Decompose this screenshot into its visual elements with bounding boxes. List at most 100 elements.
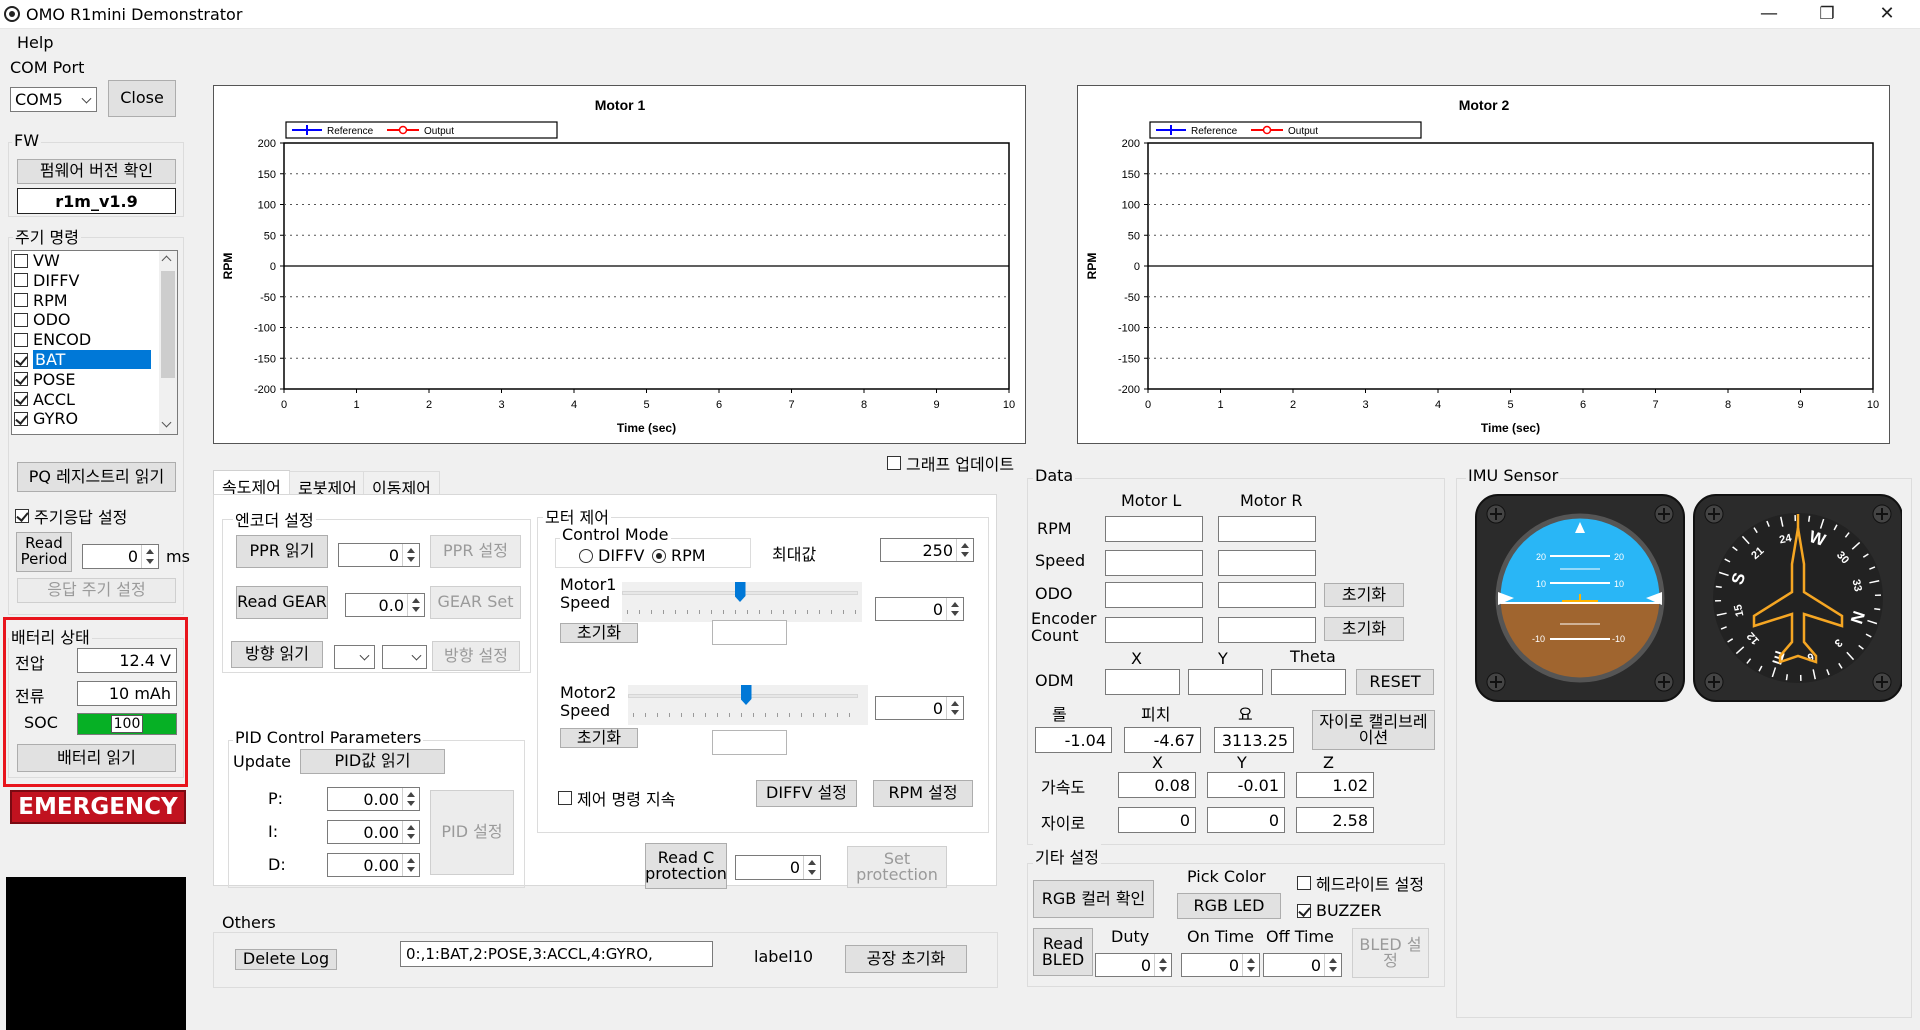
factory-reset-button[interactable]: 공장 초기화 [845,945,967,973]
chevron-down-icon[interactable] [161,417,172,428]
direction-right-select[interactable] [382,645,427,669]
read-period-button[interactable]: Read Period [16,532,72,572]
others-group-label: Others [220,913,278,932]
minimize-button[interactable]: — [1740,0,1798,29]
periodic-response-checkbox[interactable]: 주기응답 설정 [15,504,127,528]
motor2-slider-thumb[interactable] [740,685,752,705]
reset-encoder-button[interactable]: 초기화 [1324,617,1404,641]
gyro-calibration-button[interactable]: 자이로 캘리브레이션 [1312,710,1435,750]
on-time-spinner[interactable]: 0 [1181,953,1260,977]
cycle-item-checkbox[interactable] [14,293,28,308]
cycle-item-diffv[interactable]: DIFFV [14,271,164,290]
set-pid-button[interactable]: PID 설정 [430,790,514,875]
p-spinner[interactable]: 0.00 [327,787,420,811]
motor2-slider[interactable] [628,685,868,725]
duty-spinner[interactable]: 0 [1095,953,1172,977]
read-gear-button[interactable]: Read GEAR [236,586,328,619]
cycle-item-vw[interactable]: VW [14,251,164,270]
cycle-item-checkbox[interactable] [14,392,28,407]
x-tick-label: 7 [1652,399,1658,411]
com-port-select[interactable]: COM5 [10,87,97,112]
ppr-spinner[interactable]: 0 [338,543,420,567]
i-label: I: [268,822,279,841]
headlight-checkbox[interactable]: 헤드라이트 설정 [1297,871,1424,895]
cycle-item-checkbox[interactable] [14,372,28,387]
cycle-item-label: BAT [33,350,151,369]
x-tick-label: 1 [1217,399,1223,411]
odm-reset-button[interactable]: RESET [1356,669,1434,695]
read-bled-button[interactable]: Read BLED [1033,928,1093,976]
read-direction-button[interactable]: 방향 읽기 [231,641,323,668]
cycle-item-checkbox[interactable] [14,312,28,327]
cycle-command-list[interactable]: VW DIFFV RPM ODO ENCOD BAT POSE ACCL GYRO [11,250,178,435]
cycle-item-gyro[interactable]: GYRO [14,409,164,428]
log-field[interactable]: 0:,1:BAT,2:POSE,3:ACCL,4:GYRO, [400,941,713,967]
motor1-readout [712,620,787,645]
i-spinner[interactable]: 0.00 [327,820,420,844]
scrollbar-thumb[interactable] [161,271,175,378]
motor1-slider-thumb[interactable] [734,582,746,602]
off-time-spinner[interactable]: 0 [1263,953,1342,977]
set-period-button[interactable]: 응답 주기 설정 [17,578,176,603]
read-pid-button[interactable]: PID값 읽기 [300,749,445,774]
set-diffv-button[interactable]: DIFFV 설정 [756,780,857,807]
cycle-item-odo[interactable]: ODO [14,310,164,329]
read-protection-button[interactable]: Read C protection [645,843,727,889]
delete-log-button[interactable]: Delete Log [235,949,337,970]
x-tick-label: 1 [353,399,359,411]
gear-spinner[interactable]: 0.0 [345,593,425,617]
motor1-slider[interactable] [622,582,862,622]
graph-update-checkbox[interactable]: 그래프 업데이트 [887,451,1014,475]
cycle-item-checkbox[interactable] [14,411,28,426]
cycle-item-accl[interactable]: ACCL [14,390,164,409]
cycle-item-checkbox[interactable] [14,273,28,288]
mode-diffv-radio[interactable]: DIFFV [579,546,644,567]
motor2-speed-spinner[interactable]: 0 [875,696,964,720]
cycle-item-rpm[interactable]: RPM [14,291,164,310]
motor1-reset-button[interactable]: 초기화 [560,623,638,643]
list-scrollbar[interactable] [159,251,177,434]
period-spinner[interactable]: 0 [82,544,159,569]
pq-registry-button[interactable]: PQ 레지스트리 읽기 [17,462,176,492]
cycle-item-label: ODO [33,310,71,330]
rgb-led-button[interactable]: RGB LED [1177,893,1281,919]
set-gear-button[interactable]: GEAR Set [430,586,521,619]
cycle-item-encod[interactable]: ENCOD [14,330,164,349]
direction-left-select[interactable] [334,645,375,669]
chevron-up-icon[interactable] [161,255,172,266]
persist-command-checkbox[interactable]: 제어 명령 지속 [558,786,676,810]
legend-output-label: Output [1288,126,1318,137]
buzzer-checkbox[interactable]: BUZZER [1297,901,1382,920]
motor2-reset-button[interactable]: 초기화 [560,728,638,748]
x-tick-label: 2 [426,399,432,411]
check-firmware-button[interactable]: 펌웨어 버전 확인 [17,159,176,184]
read-ppr-button[interactable]: PPR 읽기 [236,535,328,568]
emergency-button[interactable]: EMERGENCY [10,790,186,824]
read-battery-button[interactable]: 배터리 읽기 [17,744,176,772]
close-port-button[interactable]: Close [108,80,176,117]
cycle-item-checkbox[interactable] [14,352,28,367]
cycle-item-checkbox[interactable] [14,332,28,347]
restore-button[interactable]: ❐ [1798,0,1856,29]
d-spinner[interactable]: 0.00 [327,853,420,877]
y-tick-label: -200 [254,384,276,396]
close-window-button[interactable]: ✕ [1858,0,1916,29]
cycle-item-bat[interactable]: BAT [14,350,164,369]
set-direction-button[interactable]: 방향 설정 [432,641,520,671]
motor1-speed-spinner[interactable]: 0 [875,597,964,621]
menu-help[interactable]: Help [17,33,53,52]
soc-label: SOC [24,713,58,732]
reset-odo-button[interactable]: 초기화 [1324,583,1404,607]
odm-theta-header: Theta [1290,647,1336,666]
mode-rpm-radio[interactable]: RPM [652,546,706,567]
protection-spinner[interactable]: 0 [735,855,821,880]
rgb-check-button[interactable]: RGB 컬러 확인 [1033,880,1154,918]
set-ppr-button[interactable]: PPR 설정 [430,535,521,568]
set-rpm-button[interactable]: RPM 설정 [873,780,973,807]
cycle-item-checkbox[interactable] [14,253,28,268]
set-protection-button[interactable]: Set protection [847,846,947,888]
cycle-item-pose[interactable]: POSE [14,370,164,389]
max-value-spinner[interactable]: 250 [880,538,974,562]
odm-x-field [1105,669,1180,695]
set-bled-button[interactable]: BLED 설정 [1352,928,1429,978]
